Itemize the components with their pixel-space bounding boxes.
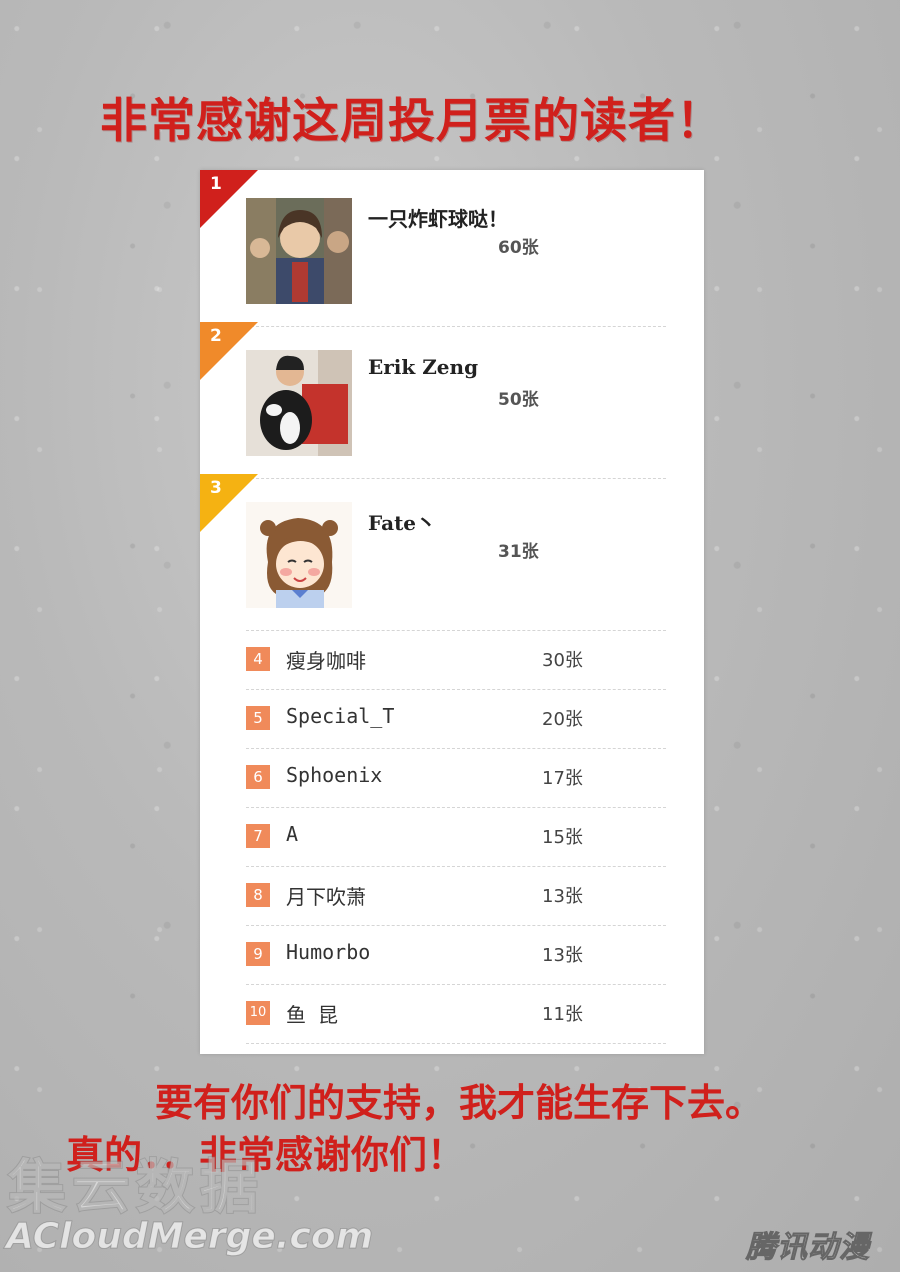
list-item: 6 Sphoenix 17张 — [246, 748, 666, 807]
user-name: 月下吹萧 — [286, 885, 366, 909]
watermark-url: ACloudMerge.com — [5, 1216, 374, 1258]
user-name: Fate丶 — [368, 511, 437, 535]
ticket-count: 13张 — [542, 945, 583, 966]
rank-badge: 8 — [246, 883, 270, 907]
watermark-cn: 集云数据 — [7, 1152, 265, 1222]
list-item: 8 月下吹萧 13张 — [246, 866, 666, 925]
list-item: 7 A 15张 — [246, 807, 666, 866]
watermark-brand-logo: 腾讯动漫 — [746, 1230, 870, 1266]
ticket-count: 50张 — [498, 390, 539, 410]
user-name: 鱼 昆 — [286, 1003, 339, 1027]
user-name: A — [286, 822, 299, 846]
avatar — [246, 502, 352, 608]
rank-badge: 9 — [246, 942, 270, 966]
rank-badge: 5 — [246, 706, 270, 730]
rank-badge: 4 — [246, 647, 270, 671]
rank-badge: 10 — [246, 1001, 270, 1025]
thanks-line-1: 要有你们的支持，我才能生存下去。 — [155, 1081, 764, 1125]
divider — [246, 1043, 666, 1044]
user-name: Erik Zeng — [368, 355, 479, 379]
ticket-count: 20张 — [542, 709, 583, 730]
rank-badge: 6 — [246, 765, 270, 789]
ticket-count: 15张 — [542, 827, 583, 848]
list-item: 10 鱼 昆 11张 — [246, 984, 666, 1043]
avatar — [246, 350, 352, 456]
user-name: 瘦身咖啡 — [286, 649, 366, 673]
top-rank-row: 1 一只炸虾球哒！ 60张 — [200, 170, 704, 322]
user-name: Humorbo — [286, 940, 371, 964]
rank-badge: 7 — [246, 824, 270, 848]
ticket-count: 60张 — [498, 238, 539, 258]
user-name: Special_T — [286, 704, 395, 728]
ranking-card: 1 一只炸虾球哒！ 60张 2 Erik Zeng 50张 3 Fate丶 31… — [200, 170, 704, 1054]
list-item: 9 Humorbo 13张 — [246, 925, 666, 984]
ticket-count: 11张 — [542, 1004, 583, 1025]
avatar — [246, 198, 352, 304]
rank-number: 3 — [210, 478, 222, 498]
list-item: 4 瘦身咖啡 30张 — [246, 630, 666, 689]
ticket-count: 31张 — [498, 542, 539, 562]
ticket-count: 17张 — [542, 768, 583, 789]
ticket-count: 30张 — [542, 650, 583, 671]
user-name: Sphoenix — [286, 763, 383, 787]
rank-number: 1 — [210, 174, 222, 194]
user-name: 一只炸虾球哒！ — [368, 207, 508, 231]
top-rank-row: 2 Erik Zeng 50张 — [200, 322, 704, 474]
rank-number: 2 — [210, 326, 222, 346]
list-item: 5 Special_T 20张 — [246, 689, 666, 748]
top-rank-row: 3 Fate丶 31张 — [200, 474, 704, 626]
page-title: 非常感谢这周投月票的读者！ — [100, 94, 724, 149]
ticket-count: 13张 — [542, 886, 583, 907]
